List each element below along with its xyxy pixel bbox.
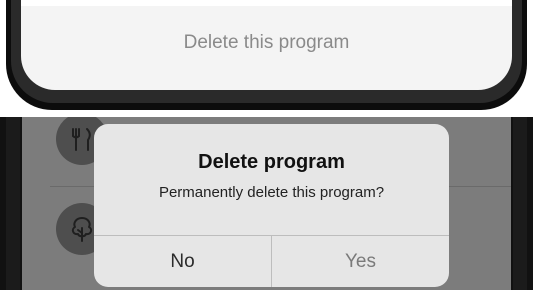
phone-bezel-right (513, 117, 527, 290)
phone-screen: Delete this program (21, 0, 512, 90)
delete-program-label: Delete this program (183, 32, 350, 53)
dialog-title: Delete program (198, 151, 345, 173)
delete-program-button[interactable]: Delete this program (21, 22, 512, 64)
no-button[interactable]: No (94, 236, 271, 287)
screen-upper-area (21, 0, 512, 6)
yes-button[interactable]: Yes (272, 236, 449, 287)
delete-confirmation-dialog: Delete program Permanently delete this p… (94, 124, 449, 287)
bottom-phone-panel: Delete program Permanently delete this p… (0, 117, 533, 290)
top-phone-panel: Delete this program (0, 0, 533, 113)
phone-bezel-left (6, 117, 20, 290)
dialog-message: Permanently delete this program? (158, 184, 385, 201)
